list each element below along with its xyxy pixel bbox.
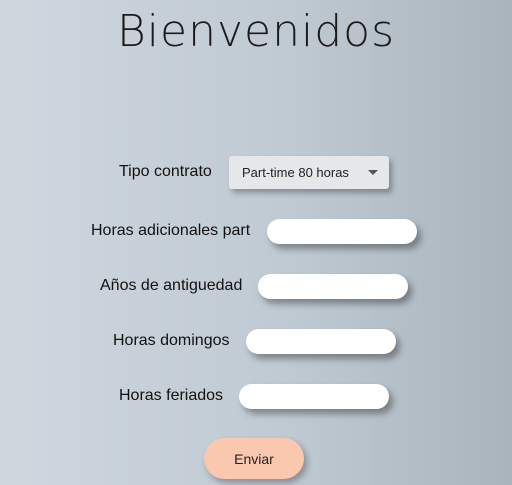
holiday-hours-input[interactable] bbox=[239, 384, 389, 409]
contract-type-selected-value: Part-time 80 horas bbox=[242, 165, 349, 180]
submit-button[interactable]: Enviar bbox=[204, 438, 304, 479]
holiday-hours-label: Horas feriados bbox=[119, 387, 224, 404]
page-title: Bienvenidos bbox=[117, 6, 395, 57]
extra-part-hours-label: Horas adicionales part bbox=[91, 222, 251, 239]
seniority-years-input[interactable] bbox=[258, 274, 408, 299]
sunday-hours-input[interactable] bbox=[246, 329, 396, 354]
contract-type-select[interactable]: Part-time 80 horas bbox=[229, 156, 389, 189]
sunday-hours-label: Horas domingos bbox=[113, 332, 230, 349]
contract-type-label: Tipo contrato bbox=[119, 163, 212, 180]
extra-part-hours-input[interactable] bbox=[267, 219, 417, 244]
seniority-years-label: Años de antiguedad bbox=[100, 277, 243, 294]
dropdown-arrow-icon bbox=[368, 170, 378, 175]
